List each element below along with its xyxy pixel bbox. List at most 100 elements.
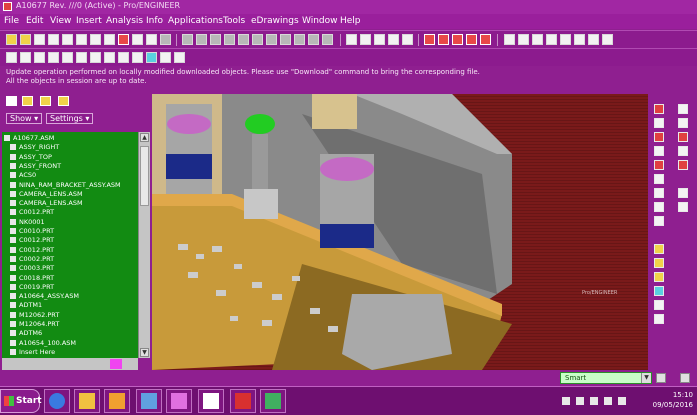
round-tool-icon[interactable]	[654, 300, 664, 310]
trim-tool-icon[interactable]	[678, 188, 688, 198]
tree-item[interactable]: M12064.PRT	[10, 320, 59, 329]
point-icon[interactable]	[224, 34, 235, 45]
tree-item[interactable]: ASSY_TOP	[10, 153, 52, 162]
email-link-icon[interactable]	[76, 34, 87, 45]
spin-icon[interactable]	[34, 52, 45, 63]
show-dropdown[interactable]: Show ▾	[6, 113, 43, 124]
tree-item[interactable]: C0019.PRT	[10, 283, 54, 292]
taskbar-proe-icon[interactable]	[166, 389, 192, 413]
rib-tool-icon[interactable]	[654, 272, 664, 282]
tree-item[interactable]: C0012.PRT	[10, 246, 54, 255]
shading-icon[interactable]	[388, 34, 399, 45]
mirror-tool-icon[interactable]	[678, 146, 688, 156]
menu-edit[interactable]: Edit	[26, 16, 43, 26]
hscroll-thumb[interactable]	[110, 359, 122, 369]
tree-item[interactable]: ASSY_RIGHT	[10, 143, 59, 152]
tree-folder-icon[interactable]	[22, 96, 33, 106]
tree-item[interactable]: M12062.PRT	[10, 311, 59, 320]
repaint-icon[interactable]	[424, 34, 435, 45]
datum-planes-icon[interactable]	[504, 34, 515, 45]
close-window-icon[interactable]	[160, 34, 171, 45]
hidden-line-icon[interactable]	[360, 34, 371, 45]
datum-icon[interactable]	[196, 34, 207, 45]
appearance-icon[interactable]	[174, 52, 185, 63]
chamfer-tool-icon[interactable]	[654, 314, 664, 324]
menu-analysis[interactable]: Analysis	[106, 16, 143, 26]
menu-tools[interactable]: Tools	[223, 16, 245, 26]
menu-info[interactable]: Info	[146, 16, 163, 26]
menu-view[interactable]: View	[50, 16, 71, 26]
undo-icon[interactable]	[132, 34, 143, 45]
tray-security-icon[interactable]	[604, 397, 612, 405]
start-button[interactable]: Start	[0, 389, 42, 413]
menu-file[interactable]: File	[4, 16, 19, 26]
print-icon[interactable]	[48, 34, 59, 45]
taskbar-app-icon[interactable]	[260, 389, 286, 413]
tree-layer-icon[interactable]	[40, 96, 51, 106]
open-icon[interactable]	[20, 34, 31, 45]
measure-icon[interactable]	[266, 34, 277, 45]
saved-views-icon[interactable]	[588, 34, 599, 45]
view-manager-icon[interactable]	[322, 34, 333, 45]
chevron-down-icon[interactable]: ▼	[641, 373, 651, 383]
tree-item[interactable]: ASSY_FRONT	[10, 162, 61, 171]
extend-tool-icon[interactable]	[678, 202, 688, 212]
view-right-icon[interactable]	[104, 52, 115, 63]
menu-insert[interactable]: Insert	[76, 16, 102, 26]
datum-point-tool-icon[interactable]	[654, 146, 664, 156]
tree-item[interactable]: A10677.ASM	[4, 134, 54, 143]
settings-dropdown[interactable]: Settings ▾	[46, 113, 94, 124]
zoom-in-icon[interactable]	[452, 34, 463, 45]
tree-item[interactable]: Insert Here	[10, 348, 55, 357]
graphics-viewport[interactable]: Pro/ENGINEER	[152, 94, 648, 370]
tree-item[interactable]: CAMERA_LENS.ASM	[10, 199, 83, 208]
tree-item[interactable]: CAMERA_LENS.ASM	[10, 190, 83, 199]
tree-item[interactable]: C0012.PRT	[10, 208, 54, 217]
menu-applications[interactable]: Applications	[168, 16, 223, 26]
tree-item[interactable]: A10664_ASSY.ASM	[10, 292, 79, 301]
enhanced-shading-icon[interactable]	[402, 34, 413, 45]
menu-window[interactable]: Window	[302, 16, 338, 26]
status-toggle-icon[interactable]	[656, 373, 666, 383]
sketch-icon[interactable]	[182, 34, 193, 45]
copy-icon[interactable]	[90, 34, 101, 45]
section-icon[interactable]	[146, 52, 157, 63]
regenerate-icon[interactable]	[118, 34, 129, 45]
datum-axis-tool-icon[interactable]	[654, 118, 664, 128]
spin-center-icon[interactable]	[574, 34, 585, 45]
clock[interactable]: 15:10 09/05/2016	[653, 390, 693, 410]
tree-item[interactable]: NK0001	[10, 218, 45, 227]
taskbar-mail-icon[interactable]	[104, 389, 130, 413]
status-config-icon[interactable]	[680, 373, 690, 383]
redo-icon[interactable]	[146, 34, 157, 45]
explode-icon[interactable]	[160, 52, 171, 63]
view-top-icon[interactable]	[90, 52, 101, 63]
paste-icon[interactable]	[104, 34, 115, 45]
wireframe-icon[interactable]	[346, 34, 357, 45]
sweep-tool-icon[interactable]	[654, 216, 664, 226]
tray-update-icon[interactable]	[618, 397, 626, 405]
datum-curve-tool-icon[interactable]	[654, 132, 664, 142]
sketch-tool-icon[interactable]	[654, 174, 664, 184]
tree-search-icon[interactable]	[58, 96, 69, 106]
pan-icon[interactable]	[20, 52, 31, 63]
new-icon[interactable]	[6, 34, 17, 45]
tray-arrow-icon[interactable]	[562, 397, 570, 405]
menu-edrawings[interactable]: eDrawings	[251, 16, 299, 26]
view-iso-icon[interactable]	[118, 52, 129, 63]
annotation-display-icon[interactable]	[560, 34, 571, 45]
view-front-icon[interactable]	[76, 52, 87, 63]
csys-icon[interactable]	[238, 34, 249, 45]
analysis-icon[interactable]	[252, 34, 263, 45]
select-icon[interactable]	[6, 52, 17, 63]
zoom-box-icon[interactable]	[48, 52, 59, 63]
orient-icon[interactable]	[438, 34, 449, 45]
fly-icon[interactable]	[62, 52, 73, 63]
tree-item[interactable]: ACS0	[10, 171, 36, 180]
taskbar-network-icon[interactable]	[136, 389, 162, 413]
create-component-icon[interactable]	[678, 118, 688, 128]
csys-tool-icon[interactable]	[654, 160, 664, 170]
save-icon[interactable]	[34, 34, 45, 45]
pattern-tool-icon[interactable]	[678, 132, 688, 142]
layer-icon[interactable]	[308, 34, 319, 45]
